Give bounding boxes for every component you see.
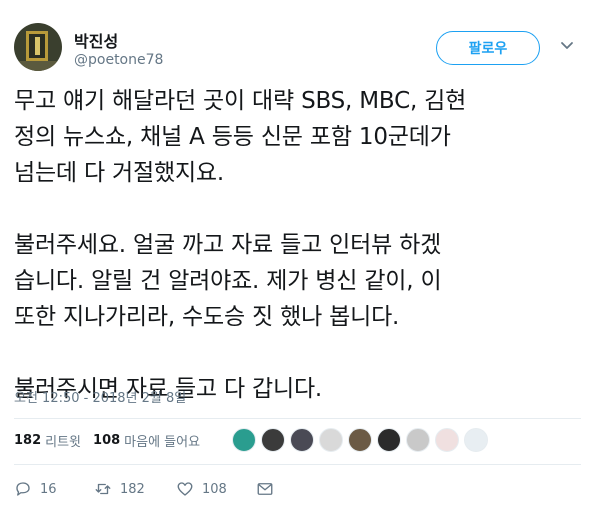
divider <box>14 418 581 419</box>
user-handle[interactable]: @poetone78 <box>74 52 163 68</box>
divider <box>14 464 581 465</box>
direct-message-button[interactable] <box>256 474 282 504</box>
retweet-stat[interactable]: 182 리트윗 <box>14 431 81 450</box>
mail-icon <box>257 483 273 495</box>
chevron-down-icon[interactable] <box>558 36 576 54</box>
tweet-header: 박진성 @poetone78 팔로우 <box>14 14 581 74</box>
liker-avatar[interactable] <box>377 428 401 452</box>
liker-avatar[interactable] <box>464 428 488 452</box>
retweet-count: 182 <box>120 481 145 497</box>
heart-icon <box>177 482 193 496</box>
retweet-stat-label: 리트윗 <box>45 434 82 450</box>
like-stat-label: 마음에 들어요 <box>124 434 201 450</box>
retweet-stat-count: 182 <box>14 432 42 448</box>
follow-button[interactable]: 팔로우 <box>436 31 540 65</box>
liker-avatars <box>232 428 493 456</box>
like-stat-count: 108 <box>93 432 121 448</box>
liker-avatar[interactable] <box>348 428 372 452</box>
avatar[interactable] <box>14 23 62 71</box>
display-name[interactable]: 박진성 <box>74 28 118 52</box>
liker-avatar[interactable] <box>435 428 459 452</box>
like-stat[interactable]: 108 마음에 들어요 <box>93 431 200 450</box>
tweet-actions: 16 182 108 <box>14 474 314 504</box>
retweet-button[interactable]: 182 <box>94 474 145 504</box>
like-count: 108 <box>202 481 227 497</box>
retweet-icon <box>95 483 111 495</box>
tweet-stats: 182 리트윗 108 마음에 들어요 <box>14 420 212 460</box>
reply-icon <box>16 482 30 496</box>
avatar-ground <box>14 61 62 71</box>
tweet-timestamp[interactable]: 오전 12:50 - 2018년 2월 8일 <box>14 387 186 406</box>
reply-count: 16 <box>40 481 57 497</box>
liker-avatar[interactable] <box>319 428 343 452</box>
avatar-detail <box>35 37 40 55</box>
tweet-text: 무고 얘기 해달라던 곳이 대략 SBS, MBC, 김현 정의 뉴스쇼, 채널… <box>14 88 467 402</box>
reply-button[interactable]: 16 <box>14 474 57 504</box>
liker-avatar[interactable] <box>290 428 314 452</box>
liker-avatar[interactable] <box>232 428 256 452</box>
like-button[interactable]: 108 <box>176 474 227 504</box>
liker-avatar[interactable] <box>261 428 285 452</box>
liker-avatar[interactable] <box>406 428 430 452</box>
